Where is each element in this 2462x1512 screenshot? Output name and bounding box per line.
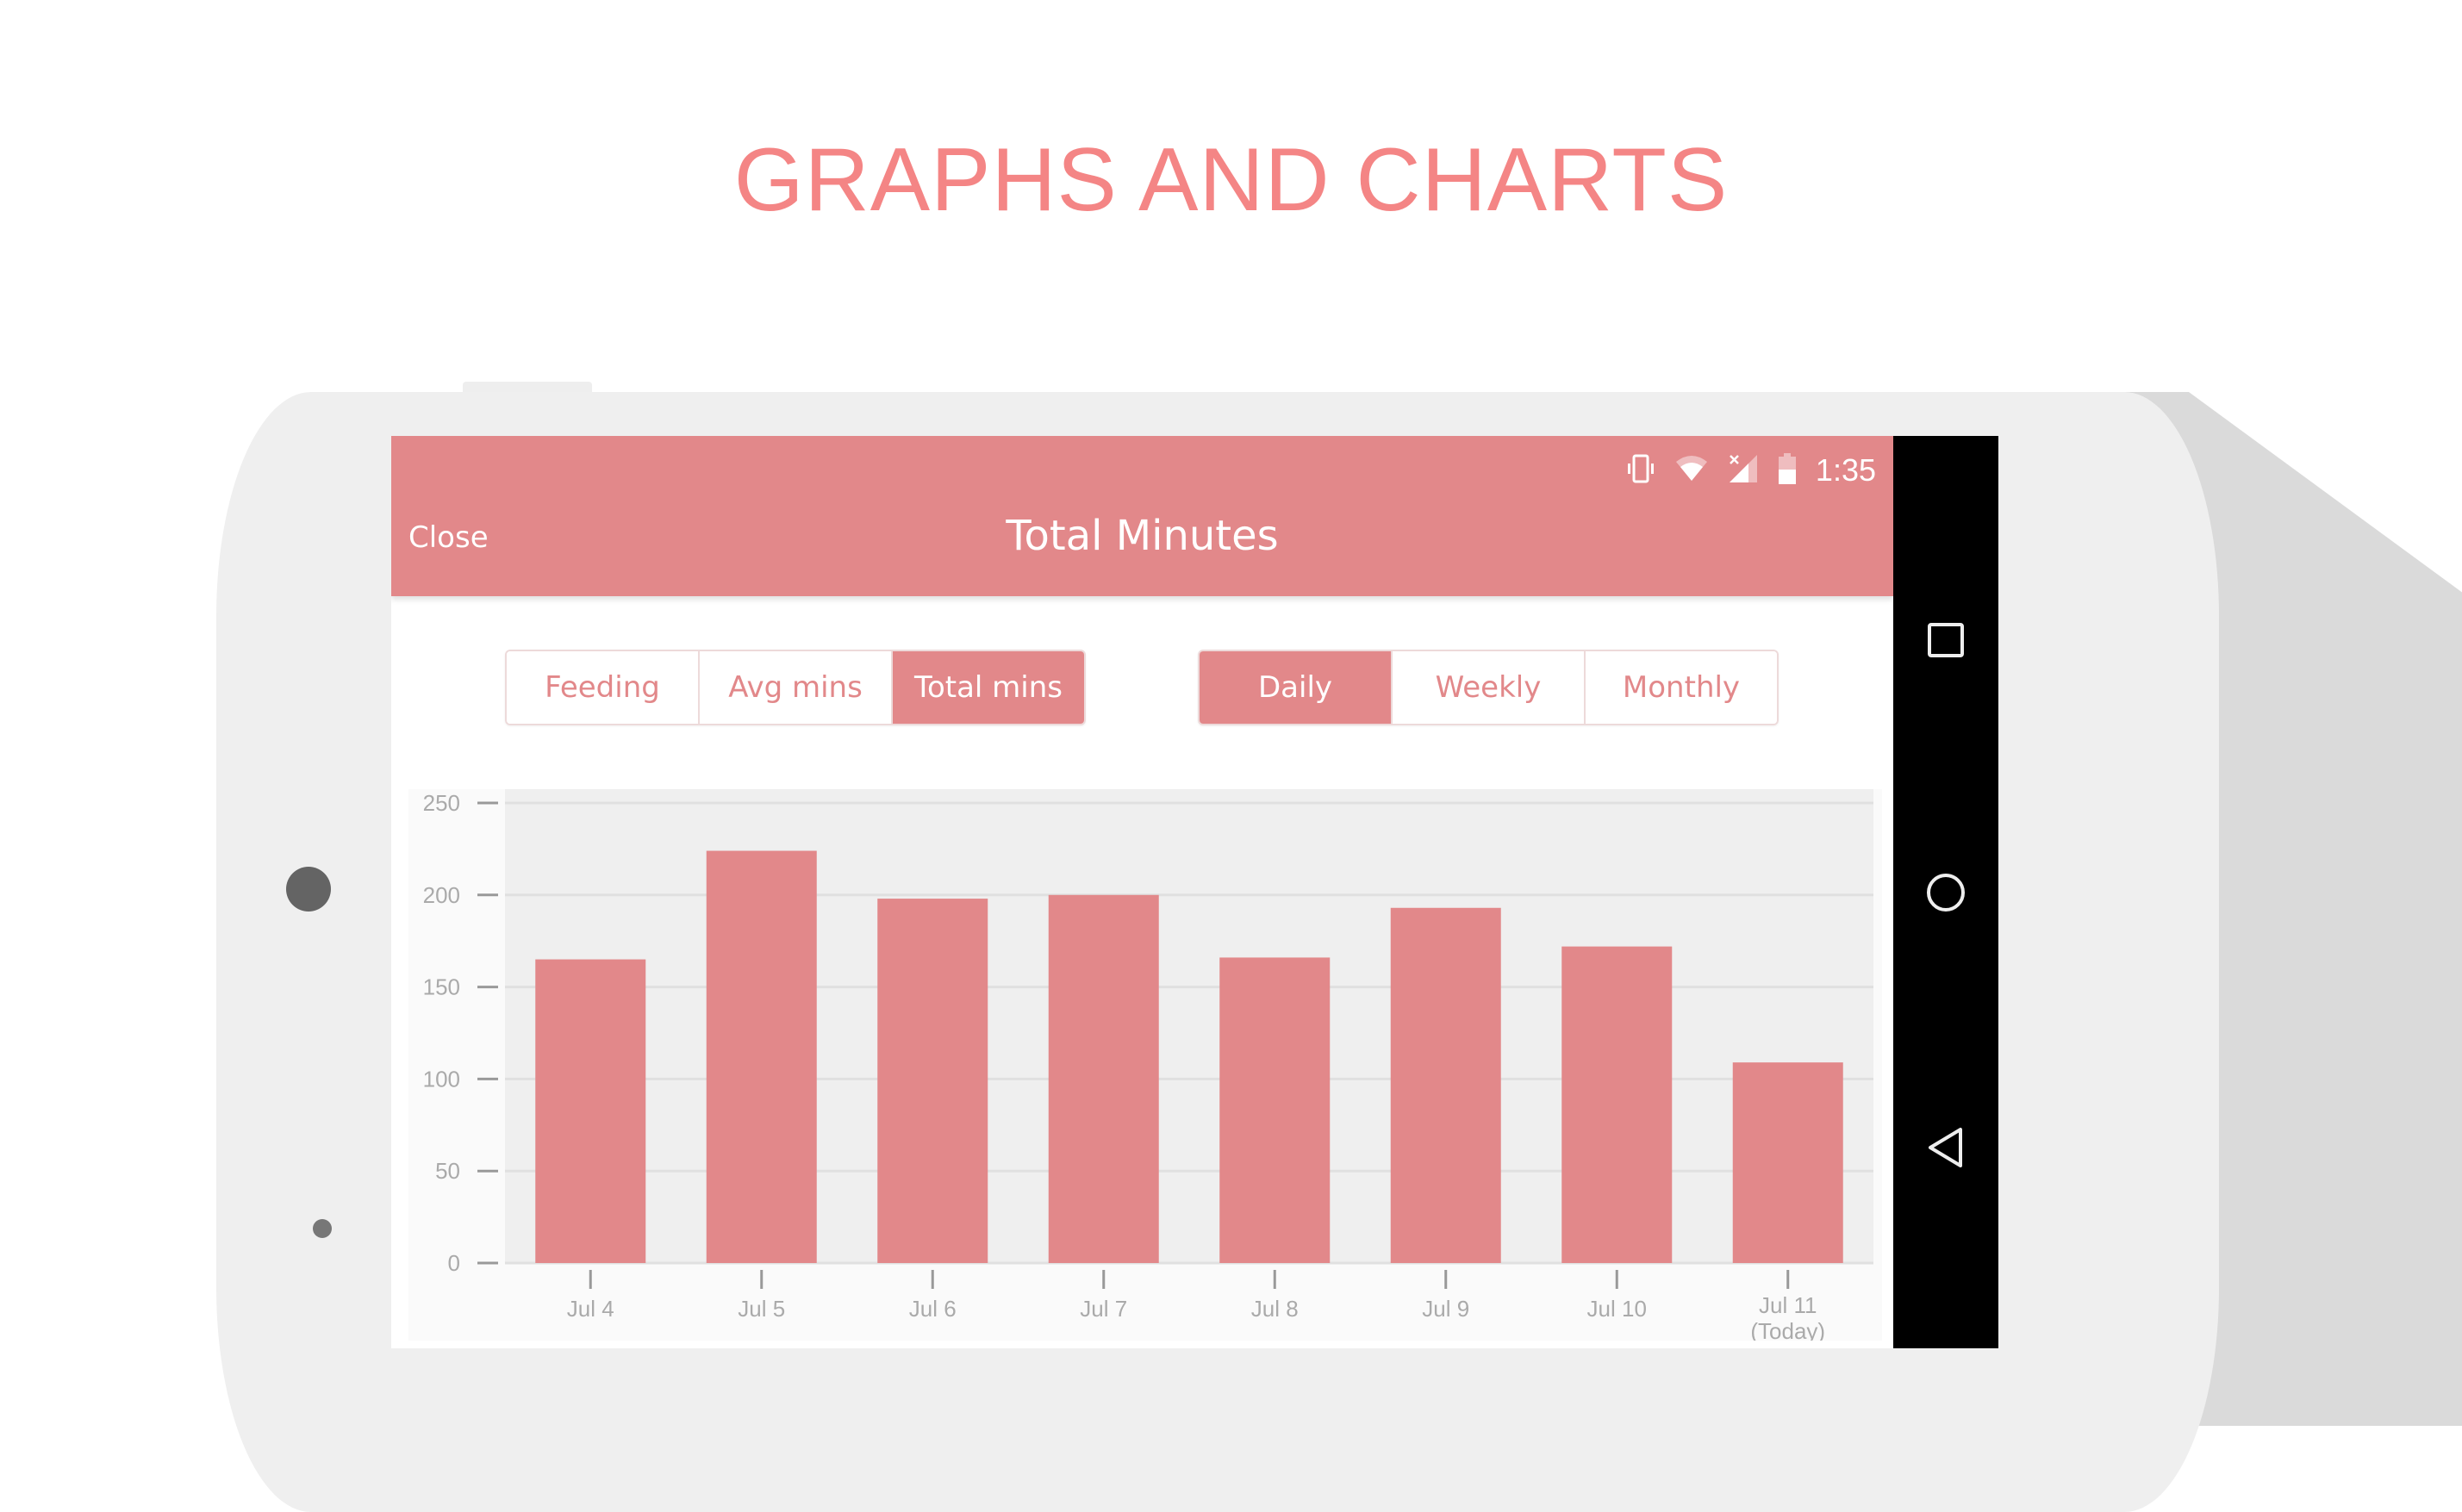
x-tick-label: Jul 6 xyxy=(909,1296,957,1322)
front-camera xyxy=(286,867,331,912)
recents-button[interactable] xyxy=(1893,598,1998,684)
bar-jul-10 xyxy=(1561,946,1673,1263)
app-bar: 1:35 Close Total Minutes xyxy=(391,436,1893,596)
x-tick-label: Jul 5 xyxy=(738,1296,785,1322)
x-tick-label: Jul 10 xyxy=(1587,1296,1647,1322)
page-headline: GRAPHS AND CHARTS xyxy=(733,130,1729,230)
bar-chart: 0 50 100 150 200 250 Jul 4 Jul 5 Jul 6 Jul 7 Jul 8… xyxy=(408,789,1882,1344)
android-nav-bar xyxy=(1893,436,1998,1348)
wifi-icon xyxy=(1674,455,1709,486)
y-tick-label: 0 xyxy=(448,1250,460,1276)
tab-monthly[interactable]: Monthly xyxy=(1586,651,1777,724)
tab-feeding[interactable]: Feeding xyxy=(507,651,700,724)
proximity-sensor xyxy=(313,1219,332,1238)
bar-jul-5 xyxy=(706,850,817,1263)
metric-segmented-control: Feeding Avg mins Total mins xyxy=(505,650,1086,725)
recents-icon xyxy=(1928,623,1964,657)
home-button[interactable] xyxy=(1893,849,1998,936)
tab-total-mins[interactable]: Total mins xyxy=(893,651,1084,724)
x-tick-label: Jul 11 (Today) xyxy=(1750,1292,1825,1341)
x-tick-label: Jul 4 xyxy=(567,1296,614,1322)
bar-jul-4 xyxy=(535,959,646,1263)
status-bar: 1:35 xyxy=(1626,445,1876,496)
period-segmented-control: Daily Weekly Monthly xyxy=(1198,650,1779,725)
y-tick-label: 250 xyxy=(423,790,460,816)
home-icon xyxy=(1927,874,1965,912)
y-tick-label: 150 xyxy=(423,974,460,1000)
bar-jul-6 xyxy=(877,899,988,1263)
phone-screen: 1:35 Close Total Minutes Feeding Avg min… xyxy=(391,436,1893,1348)
y-tick-label: 200 xyxy=(423,882,460,908)
bar-jul-11 xyxy=(1732,1062,1843,1263)
back-icon xyxy=(1929,1128,1962,1167)
tab-daily[interactable]: Daily xyxy=(1200,651,1393,724)
signal-no-data-icon xyxy=(1728,453,1759,488)
bar-jul-8 xyxy=(1219,957,1331,1263)
bar-jul-7 xyxy=(1048,894,1159,1263)
status-time: 1:35 xyxy=(1815,452,1876,488)
bar-chart-svg: 0 50 100 150 200 250 Jul 4 Jul 5 Jul 6 Jul 7 Jul 8… xyxy=(423,789,1873,1344)
battery-half-icon xyxy=(1778,453,1797,488)
x-tick-label: Jul 9 xyxy=(1422,1296,1469,1322)
y-tick-label: 50 xyxy=(435,1158,460,1184)
back-button[interactable] xyxy=(1893,1104,1998,1191)
x-tick-label: Jul 8 xyxy=(1251,1296,1299,1322)
y-tick-label: 100 xyxy=(423,1066,460,1092)
x-tick-label: Jul 7 xyxy=(1080,1296,1127,1322)
screen-title: Total Minutes xyxy=(1006,512,1279,560)
vibrate-icon xyxy=(1626,453,1655,488)
tab-avg-mins[interactable]: Avg mins xyxy=(700,651,893,724)
tab-weekly[interactable]: Weekly xyxy=(1393,651,1586,724)
bar-jul-9 xyxy=(1390,907,1501,1263)
